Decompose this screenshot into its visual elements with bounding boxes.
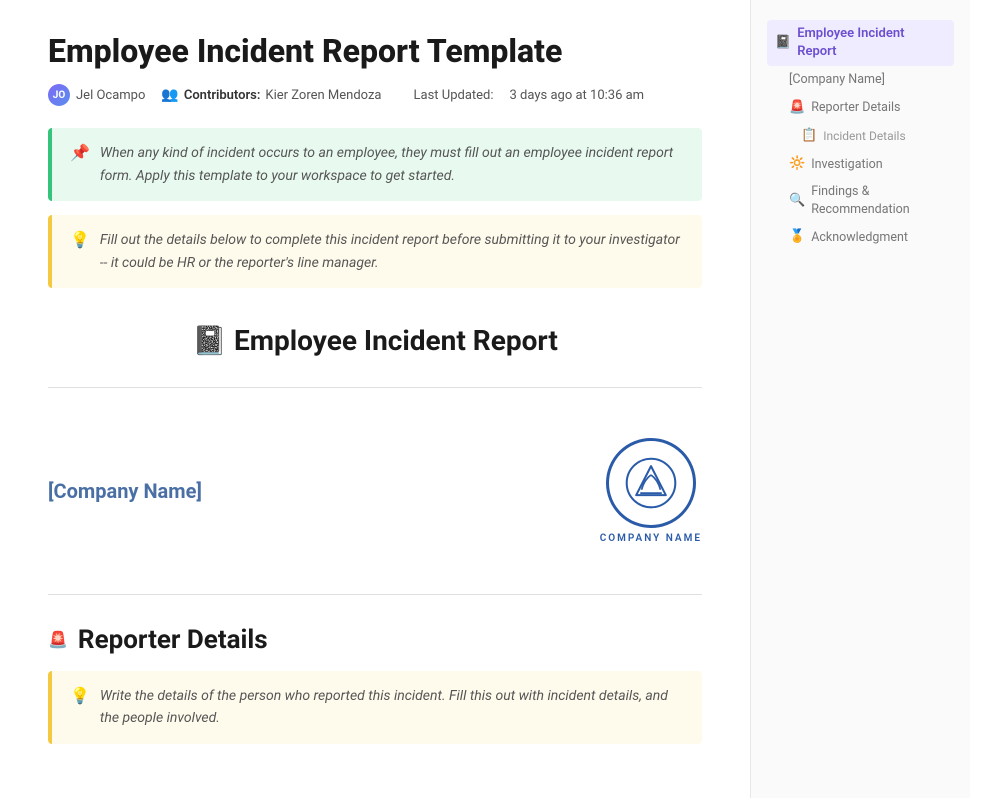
contributors-label: Contributors: [184,88,261,103]
reporter-icon: 🚨 [48,630,68,649]
reporter-callout-icon: 💡 [70,686,90,705]
sidebar-item-employee-incident-report[interactable]: 📓 Employee Incident Report [767,20,954,66]
callout-green-text: When any kind of incident occurs to an e… [100,142,684,187]
sidebar-item-findings[interactable]: 🔍 Findings & Recommendation [767,178,954,223]
sidebar-item-acknowledgment[interactable]: 🏅 Acknowledgment [767,223,954,251]
page-title: Employee Incident Report Template [48,32,702,70]
logo-svg [624,456,678,510]
callout-yellow-text: Fill out the details below to complete t… [100,229,684,274]
reporter-callout-text: Write the details of the person who repo… [100,685,684,730]
acknowledgment-label: Acknowledgment [811,229,908,247]
contributors-names: Kier Zoren Mendoza [265,88,381,103]
top-divider [48,387,702,388]
report-heading: 📓 Employee Incident Report [48,324,702,357]
reporter-details-section: 🚨 Reporter Details [48,625,702,655]
lightbulb-icon: 💡 [70,230,90,249]
callout-yellow: 💡 Fill out the details below to complete… [48,215,702,288]
incident-details-icon: 📋 [801,127,817,145]
logo-circle [606,438,696,528]
investigation-icon: 🔆 [789,155,805,173]
company-name: [Company Name] [48,479,202,503]
sidebar-item-reporter-details[interactable]: 🚨 Reporter Details [767,94,954,122]
last-updated-label: Last Updated: [414,88,494,103]
company-logo: COMPANY NAME [600,438,702,544]
sidebar-item-incident-details[interactable]: 📋 Incident Details [767,122,954,150]
last-updated-value: 3 days ago at 10:36 am [510,88,645,103]
callout-green: 📌 When any kind of incident occurs to an… [48,128,702,201]
reporter-details-label: Reporter Details [811,99,900,117]
pin-icon: 📌 [70,143,90,162]
avatar: JO [48,84,70,106]
incident-details-label: Incident Details [823,128,905,145]
findings-icon: 🔍 [789,192,805,210]
meta-bar: JO Jel Ocampo 👥 Contributors: Kier Zoren… [48,84,702,106]
author-info: JO Jel Ocampo [48,84,145,106]
investigation-label: Investigation [811,156,882,174]
company-section: [Company Name] COMPANY NAME [48,418,702,564]
logo-text: COMPANY NAME [600,533,702,544]
report-title-icon: 📓 [192,324,227,357]
reporter-callout: 💡 Write the details of the person who re… [48,671,702,744]
contributors-info: 👥 Contributors: Kier Zoren Mendoza [161,87,381,103]
sidebar: 📓 Employee Incident Report [Company Name] 🚨… [750,0,970,798]
bottom-divider [48,594,702,595]
reporter-details-heading: Reporter Details [78,625,268,655]
sidebar-item-investigation[interactable]: 🔆 Investigation [767,150,954,178]
reporter-details-icon: 🚨 [789,99,805,117]
company-name-label: [Company Name] [789,71,885,89]
findings-label: Findings & Recommendation [811,183,946,218]
main-content: Employee Incident Report Template JO Jel… [0,0,750,798]
contributors-icon: 👥 [161,87,178,103]
employee-incident-report-icon: 📓 [775,34,791,52]
sidebar-item-company-name[interactable]: [Company Name] [767,66,954,94]
report-title-text: Employee Incident Report [234,324,558,357]
report-title-section: 📓 Employee Incident Report [48,324,702,357]
employee-incident-report-label: Employee Incident Report [797,25,946,61]
author-name: Jel Ocampo [76,88,145,103]
acknowledgment-icon: 🏅 [789,228,805,246]
